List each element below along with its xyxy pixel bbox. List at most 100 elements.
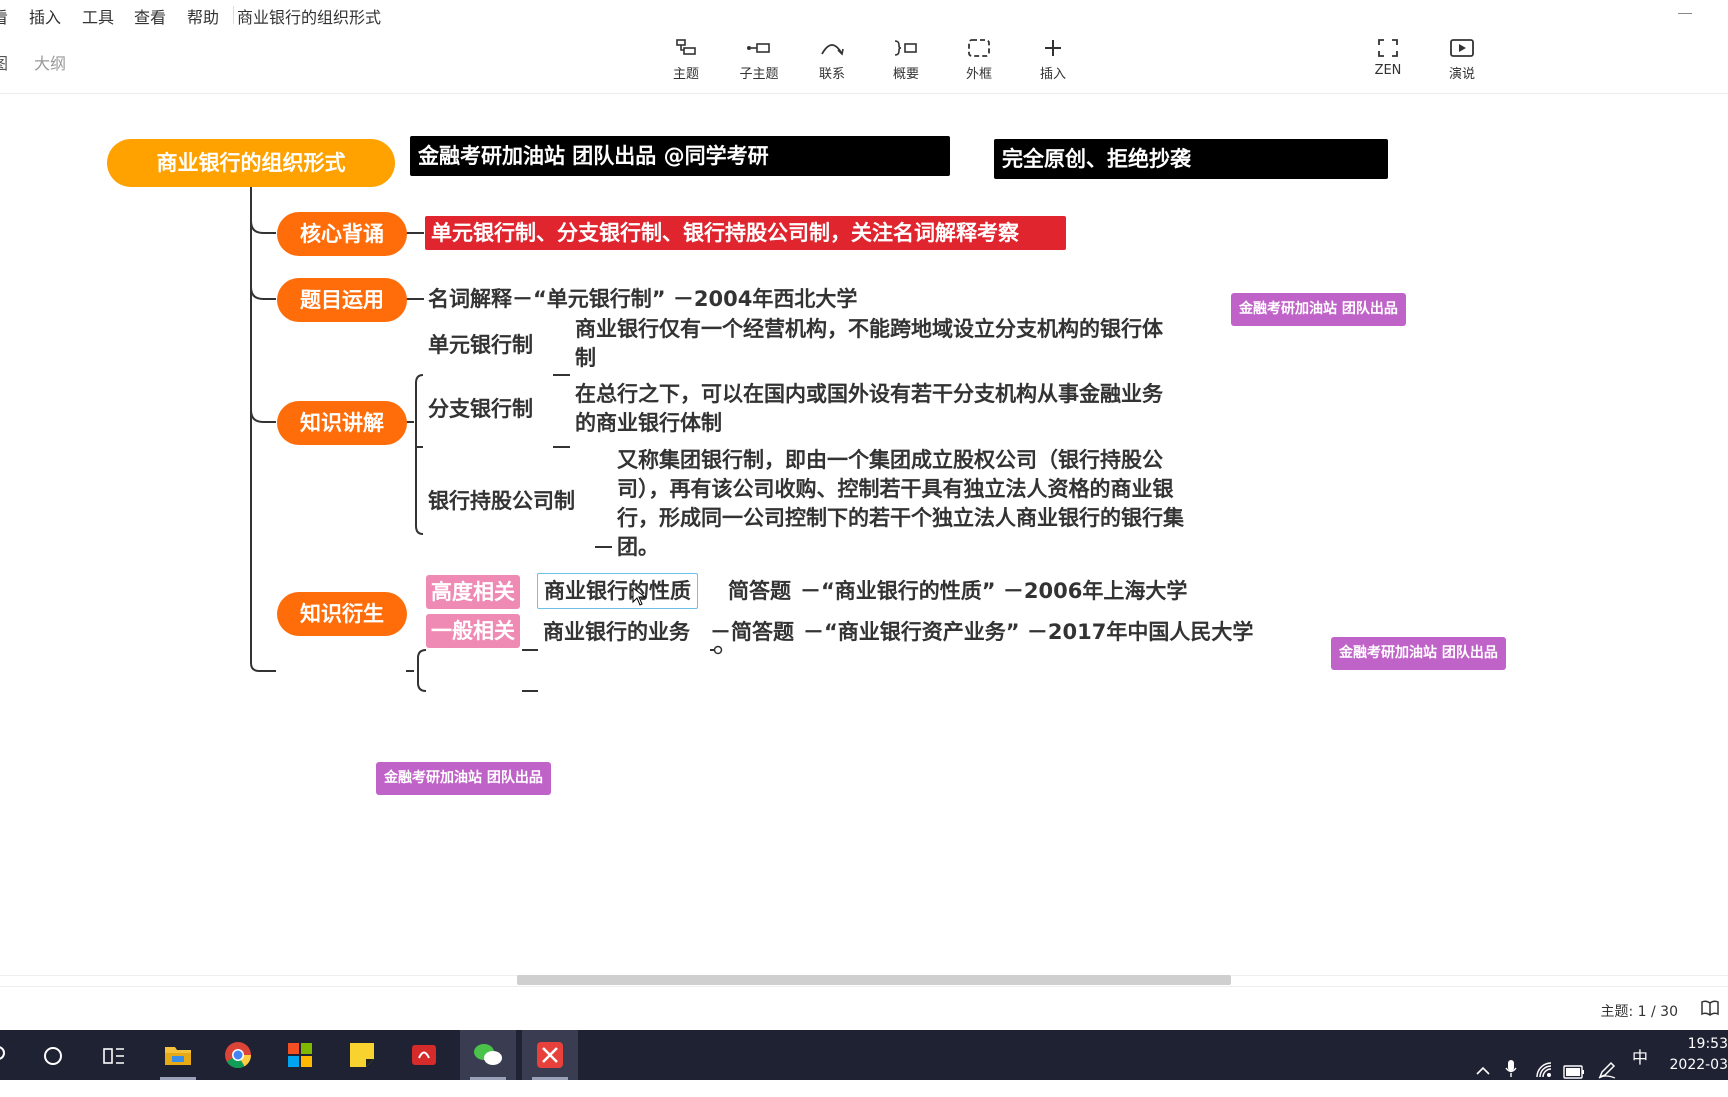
topic-knowledge-derived[interactable]: 知识衍生 <box>277 592 407 636</box>
menu-insert[interactable]: 插入 <box>29 4 61 28</box>
relationship-button[interactable]: 联系 <box>804 38 860 90</box>
def-holding-company[interactable]: 又称集团银行制，即由一个集团成立股权公司（银行持股公 司），再有该公司收购、控制… <box>617 446 1184 562</box>
chevron-up-icon[interactable] <box>1475 1046 1491 1096</box>
topic-core-recite[interactable]: 核心背诵 <box>277 212 407 256</box>
def-line: 的商业银行体制 <box>575 411 722 435</box>
menu-help[interactable]: 帮助 <box>187 4 219 28</box>
term-holding-company[interactable]: 银行持股公司制 <box>428 487 575 516</box>
boundary-button[interactable]: 外框 <box>951 38 1007 90</box>
pen-icon[interactable] <box>1597 1045 1617 1095</box>
microphone-icon[interactable] <box>1504 1044 1518 1094</box>
insert-label: 插入 <box>1039 67 1066 82</box>
topic-question-usage[interactable]: 题目运用 <box>277 278 407 322</box>
taskbar-store[interactable] <box>272 1030 328 1080</box>
ime-indicator[interactable]: 中 <box>1632 1044 1648 1068</box>
short-answer-label-2[interactable]: －简答题 <box>710 618 794 647</box>
taskbar-xmind[interactable] <box>522 1030 578 1080</box>
topic-bank-business[interactable]: 商业银行的业务 <box>543 618 690 647</box>
taskbar-chrome[interactable] <box>210 1030 266 1080</box>
subtopic-label: 子主题 <box>739 67 779 82</box>
topic-label: 主题 <box>672 67 699 82</box>
general-related-source[interactable]: －“商业银行资产业务” －2017年中国人民大学 <box>803 618 1253 647</box>
zen-label: ZEN <box>1374 63 1402 78</box>
book-icon[interactable] <box>1700 999 1720 1017</box>
menu-divider <box>233 6 234 24</box>
short-answer-label[interactable]: 简答题 <box>728 577 791 606</box>
term-branch-banking[interactable]: 分支银行制 <box>428 395 533 424</box>
watermark-label[interactable]: 金融考研加油站 团队出品 <box>1231 293 1406 326</box>
taskbar-file-explorer[interactable] <box>150 1030 206 1080</box>
insert-button[interactable]: 插入 <box>1025 38 1081 90</box>
topic-bank-nature-selected[interactable]: 商业银行的性质 <box>537 573 698 609</box>
present-button[interactable]: 演说 <box>1434 38 1490 90</box>
wifi-icon[interactable] <box>1535 1045 1553 1095</box>
def-unit-banking[interactable]: 商业银行仅有一个经营机构，不能跨地域设立分支机构的银行体 制 <box>575 315 1163 373</box>
task-view-icon[interactable] <box>102 1045 126 1067</box>
minimize-button[interactable] <box>1678 13 1692 14</box>
tag-highly-related[interactable]: 高度相关 <box>426 575 520 609</box>
taskbar-sticky-notes[interactable] <box>334 1030 390 1080</box>
root-topic[interactable]: 商业银行的组织形式 <box>107 139 395 187</box>
summary-icon <box>894 40 917 56</box>
topic-knowledge-explain[interactable]: 知识讲解 <box>277 401 407 445</box>
def-line: 在总行之下，可以在国内或国外设有若干分支机构从事金融业务 <box>575 382 1163 406</box>
mouse-cursor-icon <box>632 587 647 606</box>
core-recite-text[interactable]: 单元银行制、分支银行制、银行持股公司制，关注名词解释考察 <box>425 216 1066 250</box>
search-icon[interactable] <box>0 1045 8 1065</box>
zen-button[interactable]: ZEN <box>1360 38 1416 90</box>
folder-icon <box>165 1047 191 1065</box>
def-line: 又称集团银行制，即由一个集团成立股权公司（银行持股公 <box>617 448 1163 472</box>
def-line: 制 <box>575 346 596 370</box>
document-title: 商业银行的组织形式 <box>237 8 382 27</box>
taskbar-solitaire[interactable] <box>396 1030 452 1080</box>
banner-original[interactable]: 完全原创、拒绝抄袭 <box>994 139 1388 179</box>
chrome-icon <box>225 1042 252 1069</box>
clock-time: 19:53 <box>1687 1036 1728 1052</box>
taskbar: 中 19:53 2022-03 <box>0 1030 1728 1080</box>
watermark-label[interactable]: 金融考研加油站 团队出品 <box>1331 637 1506 670</box>
cortana-icon[interactable] <box>42 1045 64 1067</box>
boundary-icon <box>968 39 990 57</box>
mindmap-canvas[interactable]: 商业银行的组织形式 金融考研加油站 团队出品 @同学考研 完全原创、拒绝抄袭 核… <box>0 95 1728 975</box>
def-branch-banking[interactable]: 在总行之下，可以在国内或国外设有若干分支机构从事金融业务 的商业银行体制 <box>575 380 1163 438</box>
horizontal-scrollbar[interactable] <box>517 975 1231 985</box>
store-icon <box>288 1043 312 1067</box>
battery-icon[interactable] <box>1563 1047 1585 1097</box>
sticky-note-icon <box>350 1043 374 1067</box>
summary-label: 概要 <box>892 67 919 82</box>
status-bar: 主题: 1 / 30 <box>0 986 1728 1030</box>
summary-button[interactable]: 概要 <box>878 38 934 90</box>
fullscreen-icon <box>1378 39 1398 57</box>
wechat-icon <box>474 1044 502 1065</box>
tab-mindmap-partial[interactable]: 图 <box>0 50 8 74</box>
usage-text[interactable]: 名词解释－“单元银行制” －2004年西北大学 <box>428 285 857 314</box>
topic-icon <box>676 39 696 55</box>
cards-icon <box>412 1045 436 1065</box>
tag-generally-related[interactable]: 一般相关 <box>426 614 520 648</box>
toolbar: 图 大纲 主题 子主题 联系 概要 外框 插入 ZEN 演说 <box>0 30 1728 94</box>
subtopic-button[interactable]: 子主题 <box>731 38 787 90</box>
def-line: 司），再有该公司收购、控制若干具有独立法人资格的商业银 <box>617 477 1174 501</box>
high-related-source[interactable]: －“商业银行的性质” －2006年上海大学 <box>800 577 1187 606</box>
banner-team[interactable]: 金融考研加油站 团队出品 @同学考研 <box>410 136 950 176</box>
taskbar-wechat[interactable] <box>460 1030 516 1080</box>
relationship-icon <box>821 44 844 56</box>
menu-tools[interactable]: 工具 <box>82 4 114 28</box>
relationship-label: 联系 <box>818 67 845 82</box>
watermark-label[interactable]: 金融考研加油站 团队出品 <box>376 762 551 795</box>
present-icon <box>1450 39 1474 57</box>
clock-date: 2022-03 <box>1669 1057 1728 1073</box>
menu-edit-partial[interactable]: 看 <box>0 4 8 28</box>
def-line: 团。 <box>617 535 659 559</box>
def-line: 商业银行仅有一个经营机构，不能跨地域设立分支机构的银行体 <box>575 317 1163 341</box>
subtopic-icon <box>747 43 770 53</box>
term-unit-banking[interactable]: 单元银行制 <box>428 331 533 360</box>
menu-view[interactable]: 查看 <box>134 4 166 28</box>
xmind-icon <box>537 1042 563 1068</box>
system-clock[interactable]: 19:53 2022-03 <box>1668 1034 1728 1076</box>
topic-button[interactable]: 主题 <box>658 38 714 90</box>
boundary-label: 外框 <box>965 67 992 82</box>
menu-bar: 看 插入 工具 查看 帮助 商业银行的组织形式 <box>0 0 1728 30</box>
tab-outline[interactable]: 大纲 <box>34 50 66 74</box>
present-label: 演说 <box>1448 67 1475 82</box>
